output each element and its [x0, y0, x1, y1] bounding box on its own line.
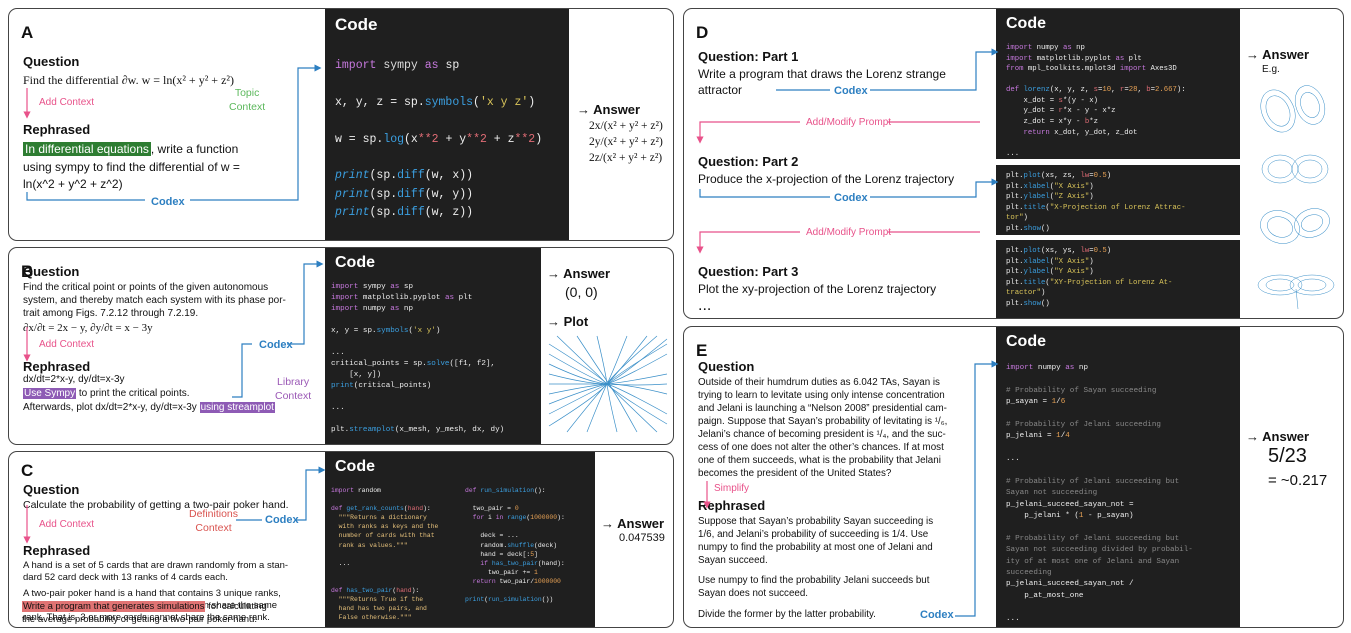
connector-arrows	[23, 0, 1351, 617]
